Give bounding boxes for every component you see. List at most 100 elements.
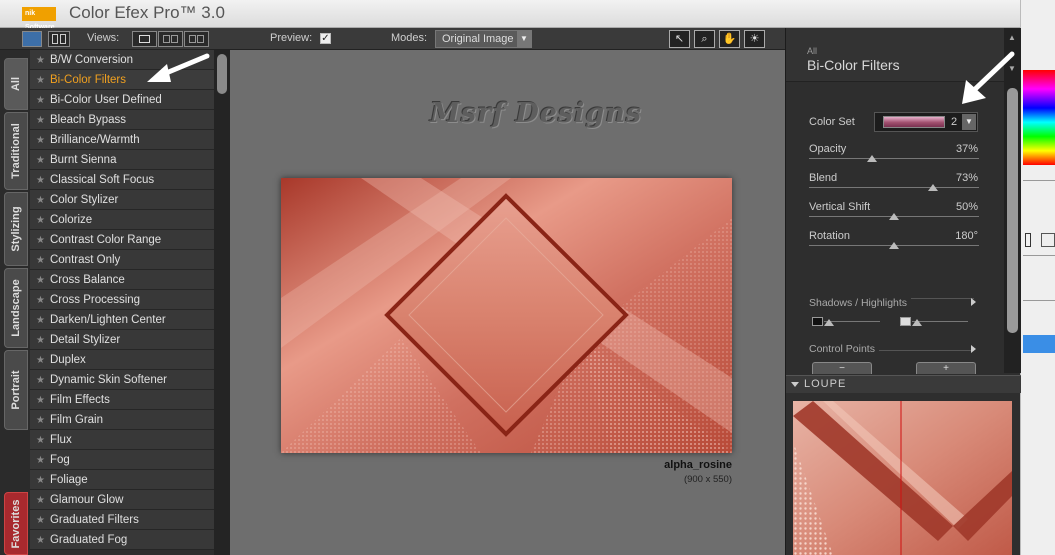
view-side-by-side-button[interactable] <box>158 31 183 47</box>
filter-item[interactable]: ★ Film Grain <box>30 410 214 430</box>
param-value[interactable]: 180° <box>955 230 978 242</box>
modes-select[interactable]: Original Image ▼ <box>435 30 532 48</box>
param-slider-thumb[interactable] <box>866 155 877 162</box>
hand-tool-icon[interactable]: ✋ <box>719 30 740 48</box>
filter-item[interactable]: ★ Film Effects <box>30 390 214 410</box>
scrollbar-thumb[interactable] <box>1007 88 1018 333</box>
host-layer-icon[interactable] <box>1041 233 1055 247</box>
tab-traditional[interactable]: Traditional <box>4 112 28 190</box>
favorite-star-icon[interactable]: ★ <box>36 75 45 86</box>
filter-item[interactable]: ★ Contrast Only <box>30 250 214 270</box>
filter-item[interactable]: ★ Glamour Glow <box>30 490 214 510</box>
favorite-star-icon[interactable]: ★ <box>36 295 45 306</box>
filter-item[interactable]: ★ Contrast Color Range <box>30 230 214 250</box>
tab-landscape[interactable]: Landscape <box>4 268 28 348</box>
filter-item[interactable]: ★ Detail Stylizer <box>30 330 214 350</box>
shadows-highlights-label[interactable]: Shadows / Highlights <box>809 297 912 309</box>
param-value[interactable]: 50% <box>956 201 978 213</box>
param-slider-thumb[interactable] <box>928 184 939 191</box>
favorite-star-icon[interactable]: ★ <box>36 135 45 146</box>
param-value[interactable]: 73% <box>956 172 978 184</box>
shadows-slider-thumb[interactable] <box>824 319 834 326</box>
filter-item[interactable]: ★ Cross Processing <box>30 290 214 310</box>
favorite-star-icon[interactable]: ★ <box>36 255 45 266</box>
filter-item[interactable]: ★ Brilliance/Warmth <box>30 130 214 150</box>
favorite-star-icon[interactable]: ★ <box>36 235 45 246</box>
favorite-star-icon[interactable]: ★ <box>36 395 45 406</box>
category-tabs: All Traditional Stylizing Landscape Port… <box>0 50 30 555</box>
single-view-icon[interactable] <box>22 31 42 47</box>
filter-item[interactable]: ★ Graduated Fog <box>30 530 214 550</box>
scroll-up-icon[interactable]: ▲ <box>1008 33 1016 42</box>
remove-control-point-button[interactable]: − <box>812 362 872 374</box>
favorite-star-icon[interactable]: ★ <box>36 95 45 106</box>
favorite-star-icon[interactable]: ★ <box>36 335 45 346</box>
favorite-star-icon[interactable]: ★ <box>36 155 45 166</box>
color-spectrum[interactable] <box>1023 70 1055 165</box>
param-slider[interactable] <box>809 187 979 188</box>
control-points-label[interactable]: Control Points <box>809 343 879 355</box>
favorite-star-icon[interactable]: ★ <box>36 515 45 526</box>
filter-item[interactable]: ★ Dynamic Skin Softener <box>30 370 214 390</box>
loupe-preview[interactable] <box>793 401 1012 555</box>
favorite-star-icon[interactable]: ★ <box>36 315 45 326</box>
tab-all[interactable]: All <box>4 58 28 110</box>
favorite-star-icon[interactable]: ★ <box>36 535 45 546</box>
preview-label: Preview: <box>270 32 313 44</box>
arrow-tool-icon[interactable]: ↖ <box>669 30 690 48</box>
filter-item[interactable]: ★ Darken/Lighten Center <box>30 310 214 330</box>
filter-item[interactable]: ★ Colorize <box>30 210 214 230</box>
expand-arrow-icon[interactable] <box>971 298 976 306</box>
favorite-star-icon[interactable]: ★ <box>36 495 45 506</box>
param-slider[interactable] <box>809 158 979 159</box>
favorite-star-icon[interactable]: ★ <box>36 175 45 186</box>
favorite-star-icon[interactable]: ★ <box>36 355 45 366</box>
filter-item[interactable]: ★ Fog <box>30 450 214 470</box>
favorite-star-icon[interactable]: ★ <box>36 455 45 466</box>
tab-stylizing[interactable]: Stylizing <box>4 192 28 266</box>
filter-item[interactable]: ★ Foliage <box>30 470 214 490</box>
scrollbar-thumb[interactable] <box>217 54 227 94</box>
add-control-point-button[interactable]: + <box>916 362 976 374</box>
filter-item[interactable]: ★ Bleach Bypass <box>30 110 214 130</box>
color-set-select[interactable]: 2 ▼ <box>874 112 978 132</box>
favorite-star-icon[interactable]: ★ <box>36 375 45 386</box>
favorite-star-icon[interactable]: ★ <box>36 55 45 66</box>
favorite-star-icon[interactable]: ★ <box>36 435 45 446</box>
host-selected-row[interactable] <box>1023 335 1055 353</box>
filter-item[interactable]: ★ Burnt Sienna <box>30 150 214 170</box>
highlights-swatch[interactable] <box>900 317 911 326</box>
view-split-button[interactable] <box>184 31 209 47</box>
filter-item[interactable]: ★ Graduated Filters <box>30 510 214 530</box>
tab-portrait[interactable]: Portrait <box>4 350 28 430</box>
favorite-star-icon[interactable]: ★ <box>36 195 45 206</box>
split-view-icon[interactable] <box>48 31 70 47</box>
shadows-swatch[interactable] <box>812 317 823 326</box>
expand-arrow-icon[interactable] <box>971 345 976 353</box>
favorite-star-icon[interactable]: ★ <box>36 275 45 286</box>
favorite-star-icon[interactable]: ★ <box>36 475 45 486</box>
param-value[interactable]: 37% <box>956 143 978 155</box>
preview-checkbox[interactable]: ✓ <box>320 33 331 44</box>
param-slider-thumb[interactable] <box>889 213 899 220</box>
favorite-star-icon[interactable]: ★ <box>36 415 45 426</box>
filter-item[interactable]: ★ Cross Balance <box>30 270 214 290</box>
filter-item[interactable]: ★ Bi-Color User Defined <box>30 90 214 110</box>
zoom-tool-icon[interactable]: ⌕ <box>694 30 715 48</box>
filter-item[interactable]: ★ Duplex <box>30 350 214 370</box>
collapse-arrow-icon[interactable] <box>791 382 799 387</box>
host-tool-icon[interactable] <box>1025 233 1031 247</box>
filter-item[interactable]: ★ Color Stylizer <box>30 190 214 210</box>
tab-favorites[interactable]: Favorites <box>4 492 28 555</box>
loupe-header[interactable]: LOUPE <box>786 375 1021 393</box>
param-slider-thumb[interactable] <box>889 242 899 249</box>
preview-image[interactable] <box>281 178 732 453</box>
favorite-star-icon[interactable]: ★ <box>36 115 45 126</box>
filter-item[interactable]: ★ Flux <box>30 430 214 450</box>
filter-list-scrollbar[interactable] <box>214 50 230 555</box>
favorite-star-icon[interactable]: ★ <box>36 215 45 226</box>
highlights-slider-thumb[interactable] <box>912 319 922 326</box>
view-single-button[interactable] <box>132 31 157 47</box>
filter-item[interactable]: ★ Classical Soft Focus <box>30 170 214 190</box>
sun-tool-icon[interactable]: ☀ <box>744 30 765 48</box>
